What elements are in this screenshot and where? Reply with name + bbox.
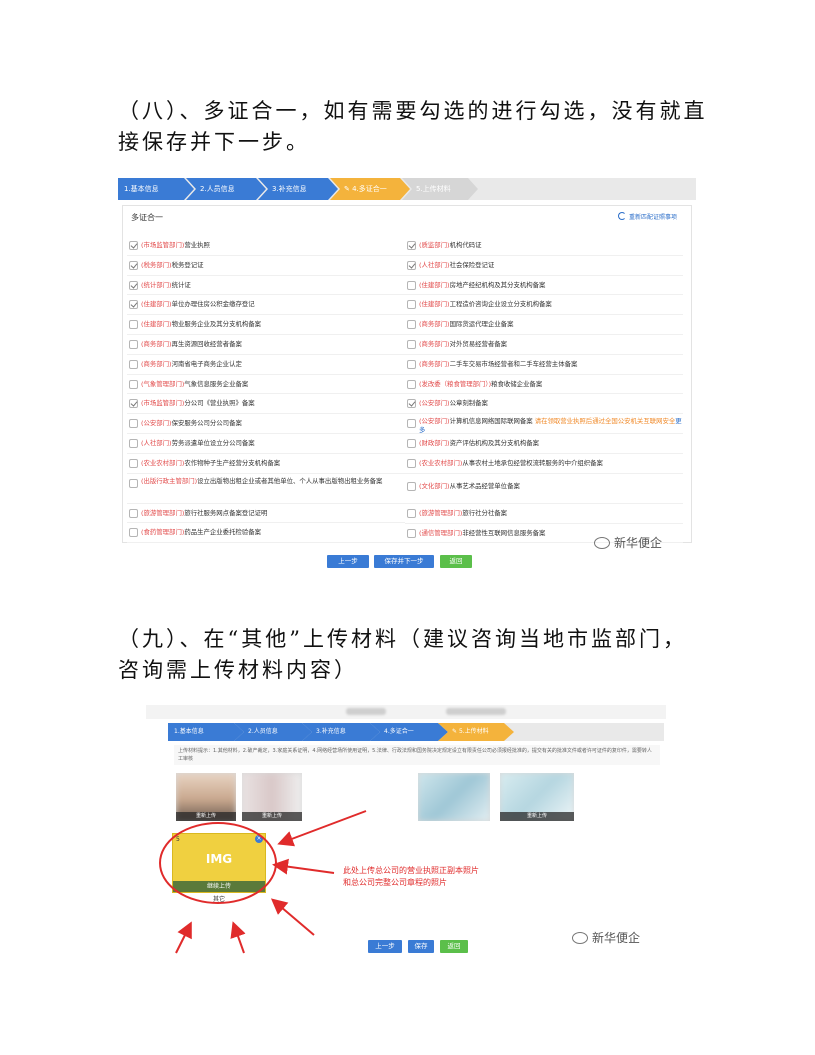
license-item[interactable]: (发改委（粮食管理部门）)粮食收储企业备案 bbox=[405, 375, 683, 395]
license-item[interactable]: (住建部门)工程造价咨询企业设立分支机构备案 bbox=[405, 295, 683, 316]
prev-step-button[interactable]: 上一步 bbox=[327, 555, 369, 568]
license-item[interactable]: (财政部门)资产评估机构及其分支机构备案 bbox=[405, 434, 683, 454]
checkbox[interactable] bbox=[129, 419, 138, 429]
license-item[interactable]: (人社部门)社会保险登记证 bbox=[405, 256, 683, 276]
back-button[interactable]: 返回 bbox=[440, 555, 472, 568]
checkbox[interactable] bbox=[129, 339, 138, 349]
watermark: 新华便企 bbox=[572, 929, 640, 946]
checkbox[interactable] bbox=[407, 320, 416, 330]
checkbox[interactable] bbox=[129, 300, 138, 310]
license-item[interactable]: (文化部门)从事艺术品经营单位备案 bbox=[405, 474, 683, 504]
checkbox[interactable] bbox=[129, 359, 138, 369]
license-item[interactable]: (统计部门)统计证 bbox=[127, 276, 405, 296]
arrow-bottom-2 bbox=[230, 921, 246, 954]
checkbox[interactable] bbox=[129, 528, 138, 538]
license-item[interactable]: (商务部门)再生资源回收经营者备案 bbox=[127, 335, 405, 355]
refresh-match-link[interactable]: 重新匹配证照事项 bbox=[617, 212, 677, 221]
section-heading-8: （八）、多证合一，如有需要勾选的进行勾选，没有就直接保存并下一步。 bbox=[118, 99, 708, 154]
step-2[interactable]: 2.人员信息 bbox=[186, 178, 266, 200]
license-item[interactable]: (住建部门)房地产经纪机构及其分支机构备案 bbox=[405, 276, 683, 296]
checkbox[interactable] bbox=[407, 280, 416, 290]
checkbox[interactable] bbox=[129, 478, 138, 488]
license-item[interactable]: (市场监管部门)营业执照 bbox=[127, 236, 405, 256]
step-1[interactable]: 1.基本信息 bbox=[118, 178, 194, 200]
arrow-bottom-3 bbox=[270, 898, 315, 936]
license-item[interactable]: (旅游管理部门)旅行社服务网点备案登记证明 bbox=[127, 504, 405, 524]
checkbox[interactable] bbox=[407, 528, 416, 538]
arrow-bottom-1 bbox=[175, 921, 192, 954]
watermark: 新华便企 bbox=[594, 534, 662, 551]
checkbox[interactable] bbox=[407, 379, 416, 389]
multi-license-screenshot: 1.基本信息 2.人员信息 3.补充信息 ✎ 4.多证合一 5.上传材料 多证合… bbox=[118, 178, 696, 572]
license-item[interactable]: (市场监管部门)分公司《营业执照》备案 bbox=[127, 394, 405, 415]
back-button[interactable]: 返回 bbox=[440, 940, 468, 953]
license-item[interactable]: (食药管理部门)药品生产企业委托检验备案 bbox=[127, 523, 405, 544]
checkbox[interactable] bbox=[407, 300, 416, 310]
license-item[interactable]: (商务部门)二手车交易市场经营者和二手车经营主体备案 bbox=[405, 355, 683, 375]
license-item[interactable]: (农业农村部门)农作物种子生产经营分支机构备案 bbox=[127, 454, 405, 474]
panel-title: 多证合一 bbox=[131, 213, 163, 222]
checkbox[interactable] bbox=[129, 320, 138, 330]
license-item[interactable]: (商务部门)对外贸易经营者备案 bbox=[405, 335, 683, 355]
arrow-left bbox=[272, 858, 335, 875]
checkbox[interactable] bbox=[129, 241, 138, 250]
license-item[interactable]: (商务部门)国际货运代理企业备案 bbox=[405, 315, 683, 335]
checkbox[interactable] bbox=[407, 399, 416, 409]
step-progress-bar: 1.基本信息 2.人员信息 3.补充信息 ✎ 4.多证合一 5.上传材料 bbox=[118, 178, 696, 200]
checkbox[interactable] bbox=[407, 419, 416, 429]
step-5[interactable]: 5.上传材料 bbox=[402, 178, 478, 200]
checkbox[interactable] bbox=[407, 359, 416, 369]
annotation-arrows bbox=[159, 810, 367, 954]
license-item[interactable]: (旅游管理部门)旅行社分社备案 bbox=[405, 504, 683, 524]
checkbox[interactable] bbox=[129, 379, 138, 389]
license-list-left: (市场监管部门)营业执照 (税务部门)税务登记证 (统计部门)统计证 (住建部门… bbox=[127, 236, 405, 544]
annotation-text: 此处上传总公司的营业执照正副本照片 和总公司完整公司章程的照片 bbox=[343, 866, 479, 887]
license-item[interactable]: (公安部门)计算机信息网络国际联网备案 请在领取营业执照后通过全国公安机关互联网… bbox=[405, 414, 683, 435]
step-4-active[interactable]: ✎ 4.多证合一 bbox=[330, 178, 410, 200]
wechat-icon bbox=[594, 537, 610, 549]
checkbox[interactable] bbox=[129, 260, 138, 270]
checkbox[interactable] bbox=[407, 508, 416, 518]
checkbox[interactable] bbox=[407, 260, 416, 270]
license-item[interactable]: (农业农村部门)从事农村土地承包经营权流转服务的中介组织备案 bbox=[405, 454, 683, 474]
checkbox[interactable] bbox=[129, 508, 138, 518]
license-item[interactable]: (人社部门)劳务派遣单位设立分公司备案 bbox=[127, 434, 405, 454]
license-item[interactable]: (气象管理部门)气象信息服务企业备案 bbox=[127, 375, 405, 395]
license-item[interactable]: (出版行政主管部门)设立出版物出租企业或者其他单位、个人从事出版物出租业务备案 bbox=[127, 474, 405, 504]
save-button[interactable]: 保存 bbox=[408, 940, 434, 953]
notice-text: 请在领取营业执照后通过全国公安机关互联网安全 bbox=[534, 417, 676, 426]
prev-step-button[interactable]: 上一步 bbox=[368, 940, 402, 953]
checkbox[interactable] bbox=[407, 481, 416, 491]
license-list-right: (质监部门)机构代码证 (人社部门)社会保险登记证 (住建部门)房地产经纪机构及… bbox=[405, 236, 683, 544]
checkbox[interactable] bbox=[129, 438, 138, 448]
license-item[interactable]: (公安部门)公章刻制备案 bbox=[405, 394, 683, 415]
checkbox[interactable] bbox=[407, 458, 416, 468]
step-3[interactable]: 3.补充信息 bbox=[258, 178, 338, 200]
wechat-icon bbox=[572, 932, 588, 944]
license-item[interactable]: (商务部门)河南省电子商务企业认定 bbox=[127, 355, 405, 375]
license-item[interactable]: (住建部门)物业服务企业及其分支机构备案 bbox=[127, 315, 405, 335]
multi-license-panel: 多证合一 重新匹配证照事项 (市场监管部门)营业执照 (税务部门)税务登记证 (… bbox=[122, 205, 692, 544]
save-next-button[interactable]: 保存并下一步 bbox=[374, 555, 434, 568]
section-heading-9: （九）、在“其他”上传材料（建议咨询当地市监部门，咨询需上传材料内容） bbox=[118, 627, 687, 682]
checkbox[interactable] bbox=[129, 399, 138, 409]
checkbox[interactable] bbox=[129, 280, 138, 290]
checkbox[interactable] bbox=[129, 458, 138, 468]
license-item[interactable]: (公安部门)保安服务公司分公司备案 bbox=[127, 414, 405, 434]
license-item[interactable]: (质监部门)机构代码证 bbox=[405, 236, 683, 256]
arrow-up bbox=[277, 810, 367, 847]
upload-materials-screenshot: 1.基本信息 2.人员信息 3.补充信息 4.多证合一 ✎ 5.上传材料 上传材… bbox=[146, 705, 666, 963]
license-item[interactable]: (住建部门)单位办理住房公积金缴存登记 bbox=[127, 295, 405, 316]
pencil-icon: ✎ bbox=[344, 185, 353, 193]
checkbox[interactable] bbox=[407, 439, 416, 449]
refresh-icon bbox=[617, 212, 626, 220]
highlight-ellipse bbox=[159, 822, 277, 904]
checkbox[interactable] bbox=[407, 241, 416, 250]
license-item[interactable]: (税务部门)税务登记证 bbox=[127, 256, 405, 276]
checkbox[interactable] bbox=[407, 339, 416, 349]
